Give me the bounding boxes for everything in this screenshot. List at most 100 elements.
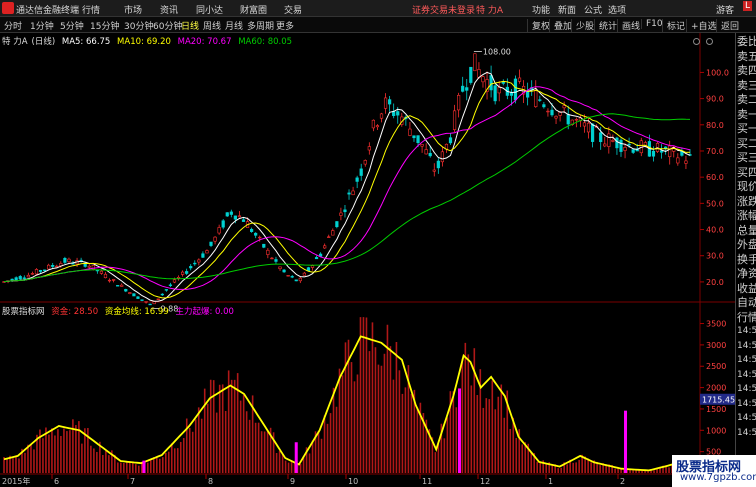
watermark-line2: www.7gpzb.com bbox=[680, 472, 756, 483]
indicator-name[interactable]: 股票指标网 bbox=[2, 307, 45, 317]
period-tab-intraday[interactable]: 分时 bbox=[4, 19, 22, 32]
side-panel-label: 卖四 bbox=[737, 64, 756, 77]
period-tab-more[interactable]: 更多 bbox=[276, 19, 294, 32]
candle-body bbox=[189, 266, 193, 269]
candle-body bbox=[156, 298, 160, 300]
ma60-line bbox=[3, 113, 691, 283]
candle-body bbox=[379, 113, 384, 119]
candle-body bbox=[554, 115, 558, 119]
candle-body bbox=[428, 152, 432, 157]
period-tab-60min[interactable]: 60分钟 bbox=[153, 19, 182, 32]
candle-body bbox=[383, 97, 388, 109]
candle-body bbox=[619, 139, 623, 152]
candle-body bbox=[67, 258, 71, 263]
f10-button[interactable]: F10 bbox=[641, 19, 663, 29]
candle-body bbox=[465, 87, 469, 91]
shares-button[interactable]: 少股 bbox=[571, 19, 594, 32]
candle-body bbox=[526, 91, 530, 98]
menu-item-wealth[interactable]: 财富圈 bbox=[240, 3, 267, 16]
side-panel-label: 14:50 bbox=[737, 413, 756, 423]
candle-body bbox=[607, 133, 611, 147]
candle-body bbox=[627, 143, 631, 146]
back-button[interactable]: 返回 bbox=[716, 19, 739, 32]
candle-body bbox=[375, 125, 380, 128]
restore-rights-button[interactable]: 复权 bbox=[527, 19, 550, 32]
y-tick-label: 80.0 bbox=[706, 121, 724, 130]
candle-body bbox=[258, 236, 262, 239]
menu-item-quotes[interactable]: 行情 bbox=[82, 3, 100, 16]
candle-body bbox=[562, 105, 566, 109]
guest-button[interactable]: 游客 bbox=[716, 3, 734, 16]
x-tick-label: 6 bbox=[54, 477, 59, 486]
candle-body bbox=[124, 289, 128, 292]
y-tick-label: 20.0 bbox=[706, 278, 724, 287]
y-tick-label: 2500 bbox=[706, 362, 726, 371]
draw-line-button[interactable]: 画线 bbox=[617, 19, 640, 32]
side-panel-label: 买三 bbox=[737, 151, 756, 164]
legend-period: (日线) bbox=[31, 37, 56, 47]
period-tab-monthly[interactable]: 月线 bbox=[225, 19, 243, 32]
candle-body bbox=[611, 140, 615, 142]
y-tick-label: 1500 bbox=[706, 405, 726, 414]
overlay-button[interactable]: 叠加 bbox=[549, 19, 572, 32]
login-notice[interactable]: 证券交易未登录 bbox=[412, 3, 475, 16]
candle-body bbox=[42, 269, 47, 272]
y-tick-label: 3500 bbox=[706, 320, 726, 329]
period-tab-15min[interactable]: 15分钟 bbox=[90, 19, 119, 32]
x-tick-label: 7 bbox=[130, 477, 135, 486]
candle-body bbox=[623, 146, 627, 151]
candle-body bbox=[534, 90, 538, 107]
candle-body bbox=[103, 273, 108, 279]
menu-item-formula[interactable]: 公式 bbox=[584, 3, 602, 16]
y-tick-label: 60.0 bbox=[706, 173, 724, 182]
app-title: 通达信金融终端 bbox=[16, 6, 80, 16]
login-badge[interactable]: L bbox=[743, 1, 753, 11]
side-panel-label: 买四 bbox=[737, 165, 756, 179]
candle-body bbox=[111, 279, 116, 281]
stats-button[interactable]: 统计 bbox=[594, 19, 617, 32]
candle-body bbox=[599, 132, 603, 143]
side-panel-label: 卖二 bbox=[737, 93, 756, 106]
menu-item-functions[interactable]: 功能 bbox=[532, 3, 550, 16]
candle-body bbox=[47, 264, 51, 270]
candle-body bbox=[225, 212, 229, 217]
legend-ma10: MA10: 69.20 bbox=[117, 37, 171, 47]
period-tab-1min[interactable]: 1分钟 bbox=[30, 19, 54, 32]
period-tab-weekly[interactable]: 周线 bbox=[203, 19, 221, 32]
candle-body bbox=[233, 215, 237, 220]
candle-body bbox=[38, 270, 43, 272]
candle-body bbox=[254, 232, 258, 236]
candle-body bbox=[416, 135, 420, 144]
menu-item-tongxiaoda[interactable]: 同小达 bbox=[196, 3, 223, 16]
menu-item-new-page[interactable]: 新面 bbox=[558, 3, 576, 16]
menu-item-news[interactable]: 资讯 bbox=[160, 3, 178, 16]
candle-body bbox=[440, 151, 444, 163]
main-force-spike bbox=[458, 388, 462, 473]
menu-item-options[interactable]: 选项 bbox=[608, 3, 626, 16]
side-panel-label: 14:50 bbox=[737, 355, 756, 365]
y-tick-label: 2000 bbox=[706, 384, 726, 393]
period-tab-multi[interactable]: 多周期 bbox=[247, 19, 274, 32]
chart-area[interactable]: 100.0 90.0 80.0 70.0 60.0 50.0 40.0 30.0 20.0 350… bbox=[0, 33, 735, 487]
candle-body bbox=[371, 119, 375, 129]
zoom-in-icon[interactable] bbox=[693, 38, 700, 45]
period-tab-daily[interactable]: 日线 bbox=[181, 19, 199, 32]
candle-body bbox=[136, 296, 140, 299]
candle-body bbox=[473, 53, 477, 72]
add-watchlist-button[interactable]: +自选 bbox=[686, 19, 717, 32]
period-tab-5min[interactable]: 5分钟 bbox=[60, 19, 84, 32]
mark-button[interactable]: 标记 bbox=[662, 19, 685, 32]
y-tick-label: 100.0 bbox=[706, 68, 729, 77]
candle-body bbox=[489, 75, 493, 91]
menu-item-market[interactable]: 市场 bbox=[124, 3, 142, 16]
candle-body bbox=[481, 76, 485, 83]
candle-body bbox=[343, 209, 347, 213]
period-tab-30min[interactable]: 30分钟 bbox=[124, 19, 153, 32]
side-panel-label: 总量 bbox=[737, 223, 756, 237]
menu-item-trade[interactable]: 交易 bbox=[284, 3, 302, 16]
zoom-out-icon[interactable] bbox=[706, 38, 713, 45]
candle-body bbox=[55, 265, 59, 268]
candle-body bbox=[107, 279, 112, 282]
candle-body bbox=[197, 259, 201, 263]
candle-body bbox=[229, 211, 233, 215]
